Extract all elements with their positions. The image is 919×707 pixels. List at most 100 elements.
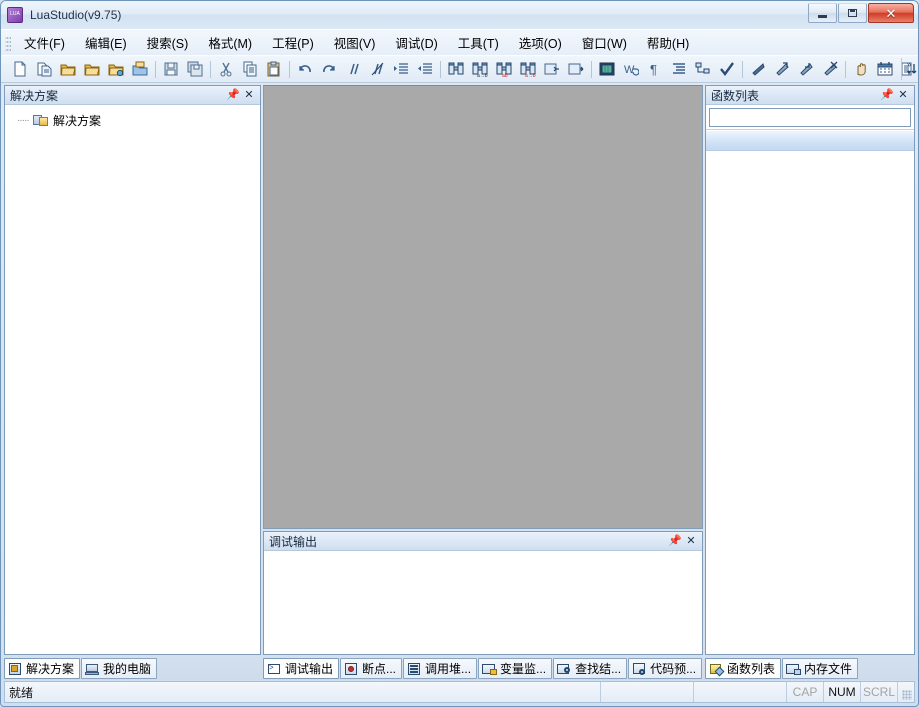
goto-line-icon[interactable] (540, 57, 564, 81)
tab-memory-file[interactable]: 内存文件 (782, 658, 859, 679)
run-icon[interactable] (746, 57, 770, 81)
toolbar-overflow-button[interactable]: » ▾ (901, 58, 916, 80)
close-icon[interactable]: ✕ (895, 87, 911, 103)
close-button[interactable]: ✕ (868, 3, 914, 23)
status-bar: 就绪 CAP NUM SCRL (4, 681, 915, 703)
svg-text:a→b: a→b (525, 73, 536, 77)
tab-solution[interactable]: 解决方案 (4, 658, 81, 679)
editor-mdi-client[interactable] (263, 85, 703, 529)
calendar-icon[interactable] (873, 57, 897, 81)
menu-drag-grip[interactable] (5, 34, 11, 51)
undo-icon[interactable] (293, 57, 317, 81)
bottom-tab-strips: 解决方案 我的电脑 调试输出 断点... 调用堆... 变量监... 查找结... 代码预.… (1, 655, 918, 680)
show-whitespace-icon[interactable]: ¶ (643, 57, 667, 81)
list-item[interactable] (706, 130, 914, 151)
function-list-title: 函数列表 (711, 88, 760, 103)
tab-my-computer[interactable]: 我的电脑 (81, 658, 158, 679)
resize-grip[interactable] (898, 682, 914, 702)
workspace: 解决方案 📌 ✕ ····· 解决方案 调试输出 📌 ✕ 函数列表 📌 ✕ (1, 83, 918, 655)
save-icon[interactable] (159, 57, 183, 81)
toolbar-separator (440, 60, 441, 78)
tab-call-stack[interactable]: 调用堆... (403, 658, 478, 679)
menu-file[interactable]: 文件(F) (14, 29, 75, 56)
uncomment-line-icon-glyph (371, 62, 384, 76)
uncomment-line-icon[interactable] (365, 57, 389, 81)
tab-code-preview-icon (632, 662, 647, 676)
function-list-items[interactable] (706, 129, 914, 151)
wrap-text-icon[interactable]: W (619, 57, 643, 81)
close-icon[interactable]: ✕ (683, 533, 699, 549)
comment-line-icon-glyph (350, 63, 359, 75)
tab-code-preview[interactable]: 代码预... (628, 658, 703, 679)
close-icon[interactable]: ✕ (241, 87, 257, 103)
new-from-template-icon-glyph (37, 62, 52, 77)
paste-icon[interactable] (262, 57, 286, 81)
pin-icon[interactable]: 📌 (225, 87, 241, 103)
menu-window[interactable]: 窗口(W) (572, 29, 637, 56)
replace-icon[interactable]: a→b (468, 57, 492, 81)
menu-tools[interactable]: 工具(T) (448, 29, 509, 56)
tab-debug-output[interactable]: 调试输出 (263, 658, 340, 679)
stop-debug-icon[interactable] (818, 57, 842, 81)
menu-project[interactable]: 工程(P) (262, 29, 324, 56)
tab-find-results[interactable]: 查找结... (553, 658, 628, 679)
save-all-icon[interactable] (183, 57, 207, 81)
toolbar-separator (289, 60, 290, 78)
new-file-icon[interactable] (8, 57, 32, 81)
comment-line-icon[interactable] (341, 57, 365, 81)
menu-view[interactable]: 视图(V) (324, 29, 386, 56)
menu-search[interactable]: 搜索(S) (137, 29, 199, 56)
left-tab-group: 解决方案 我的电脑 (4, 658, 261, 679)
find-in-files-icon[interactable]: ab (492, 57, 516, 81)
menu-debug[interactable]: 调试(D) (385, 29, 447, 56)
restore-icon (848, 9, 857, 17)
lua-app-icon (7, 7, 23, 23)
function-search-input[interactable] (710, 109, 910, 126)
open-project-icon-glyph (84, 64, 100, 76)
debug-output-title: 调试输出 (269, 534, 318, 549)
minimize-button[interactable] (808, 3, 837, 23)
find-icon[interactable] (444, 57, 468, 81)
redo-icon[interactable] (317, 57, 341, 81)
tab-my-computer-icon (85, 662, 100, 676)
menu-options[interactable]: 选项(O) (509, 29, 572, 56)
menu-edit[interactable]: 编辑(E) (75, 29, 137, 56)
tab-watch[interactable]: 变量监... (478, 658, 553, 679)
pin-icon[interactable]: 📌 (667, 533, 683, 549)
svg-text:a→b: a→b (477, 73, 488, 77)
open-file-icon[interactable] (56, 57, 80, 81)
pin-icon[interactable]: 📌 (879, 87, 895, 103)
maximize-restore-button[interactable] (838, 3, 867, 23)
tab-function-list[interactable]: 函数列表 (705, 658, 782, 679)
indent-icon[interactable] (389, 57, 413, 81)
cut-icon[interactable] (214, 57, 238, 81)
bookmark-icon[interactable] (564, 57, 588, 81)
check-syntax-icon[interactable] (715, 57, 739, 81)
tree-item[interactable]: ····· 解决方案 (5, 111, 260, 129)
copy-icon[interactable] (238, 57, 262, 81)
new-project-icon[interactable] (128, 57, 152, 81)
outdent-icon[interactable] (413, 57, 437, 81)
function-search-box[interactable] (709, 108, 911, 127)
outline-icon[interactable] (691, 57, 715, 81)
replace-in-files-icon[interactable]: a→b (516, 57, 540, 81)
pan-tool-icon[interactable] (849, 57, 873, 81)
status-indicator-group: CAP NUM SCRL (787, 682, 898, 702)
format-code-icon[interactable] (667, 57, 691, 81)
calendar-icon-glyph (877, 62, 893, 76)
open-recent-icon[interactable] (104, 57, 128, 81)
debug-output-text[interactable] (264, 551, 702, 654)
step-into-icon[interactable] (794, 57, 818, 81)
right-tab-group: 函数列表 内存文件 (705, 658, 915, 679)
format-code-icon-glyph (673, 63, 685, 74)
open-project-icon[interactable] (80, 57, 104, 81)
toggle-grid-icon[interactable] (595, 57, 619, 81)
new-from-template-icon[interactable] (32, 57, 56, 81)
menu-help[interactable]: 帮助(H) (637, 29, 699, 56)
find-icon-glyph (448, 62, 464, 75)
menu-format[interactable]: 格式(M) (198, 29, 262, 56)
chevron-down-icon: ▾ (906, 68, 911, 77)
step-over-icon[interactable] (770, 57, 794, 81)
solution-tree[interactable]: ····· 解决方案 (5, 105, 260, 129)
tab-breakpoints[interactable]: 断点... (340, 658, 403, 679)
